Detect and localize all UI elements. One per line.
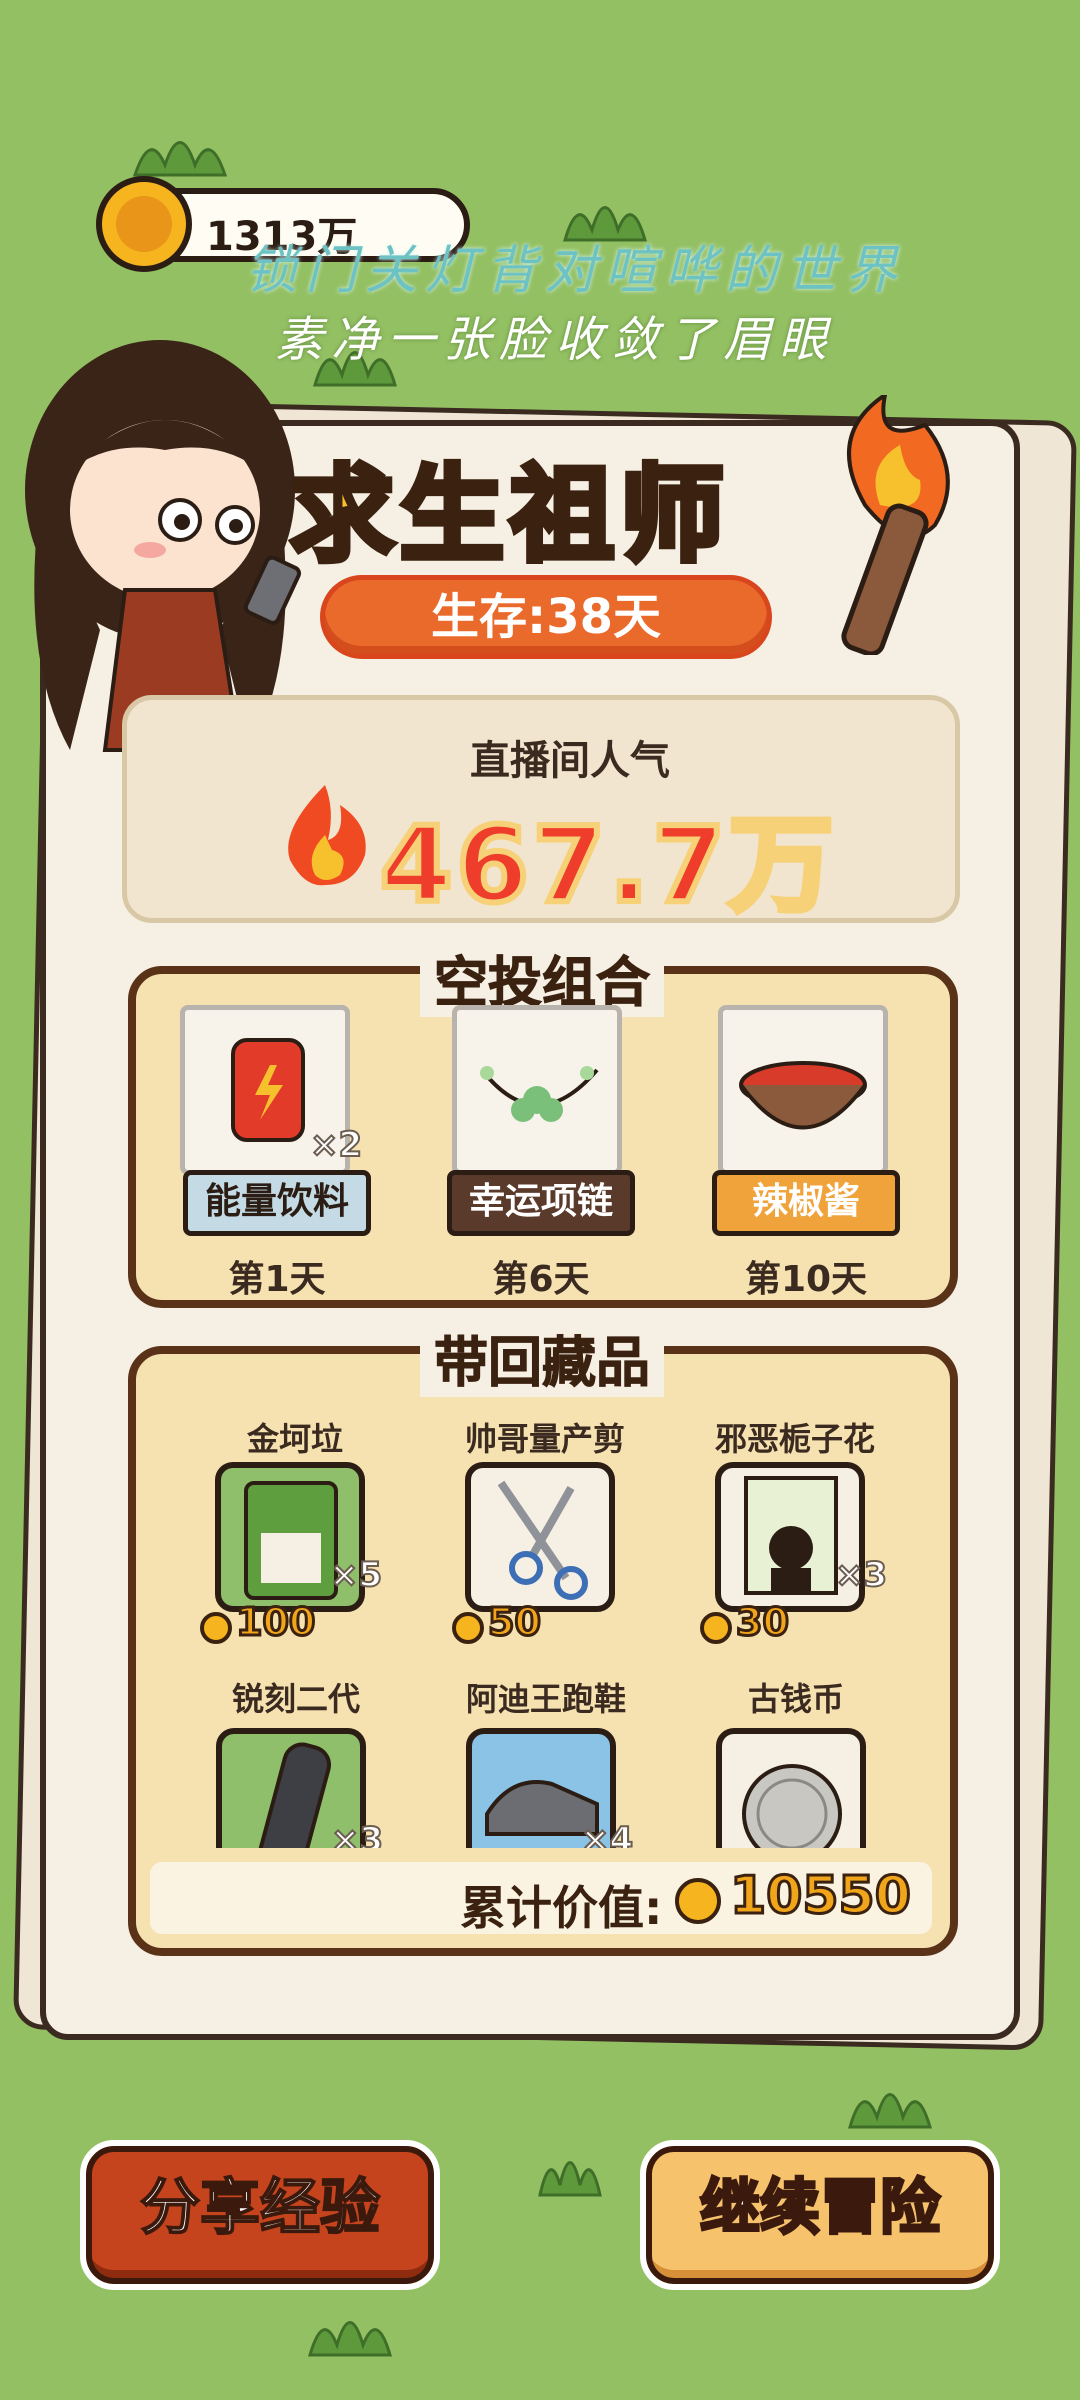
collection-item[interactable] bbox=[716, 1728, 866, 1848]
collection-item-name: 锐刻二代 bbox=[231, 1680, 360, 1718]
fire-icon bbox=[288, 785, 366, 886]
grass-decor bbox=[848, 2093, 932, 2129]
coin-icon bbox=[452, 1612, 484, 1644]
scissors-icon bbox=[497, 1480, 588, 1600]
collection-qty: ×3 bbox=[834, 1554, 888, 1596]
airdrop-item-frame bbox=[452, 1005, 622, 1175]
airdrop-qty: ×2 bbox=[309, 1124, 363, 1166]
collection-price: 50 bbox=[487, 1599, 543, 1646]
airdrop-label-energy-drink: 能量饮料 bbox=[183, 1170, 371, 1236]
airdrop-day: 第6天 bbox=[492, 1259, 590, 1300]
grass-decor bbox=[132, 141, 228, 177]
collection-item[interactable] bbox=[465, 1462, 615, 1612]
collection-item-name: 古钱币 bbox=[747, 1680, 844, 1718]
collection-qty: ×5 bbox=[329, 1554, 383, 1596]
total-value-label: 累计价值: bbox=[460, 1881, 663, 1935]
coin-icon bbox=[96, 176, 192, 272]
popularity-value: 467.7万 bbox=[377, 801, 837, 929]
collection-qty: ×4 bbox=[580, 1819, 634, 1848]
airdrop-day: 第1天 bbox=[228, 1259, 326, 1300]
collection-price: 100 bbox=[234, 1599, 316, 1646]
total-value-amount: 10550 bbox=[729, 1865, 913, 1928]
collection-price: 30 bbox=[735, 1599, 791, 1646]
popularity-label: 直播间人气 bbox=[470, 738, 670, 784]
lyric-line-2: 素净一张脸收敛了眉眼 bbox=[275, 312, 836, 368]
lyric-line-1: 锁门关灯背对喧哗的世界 bbox=[245, 241, 906, 301]
airdrop-item-frame bbox=[718, 1005, 888, 1175]
ancient-coin-icon bbox=[742, 1764, 842, 1848]
airdrop-item[interactable] bbox=[452, 1005, 622, 1175]
continue-adventure-button[interactable]: 继续冒险 bbox=[640, 2140, 1000, 2290]
game-title: 求生祖师 bbox=[287, 451, 731, 579]
coin-icon bbox=[700, 1612, 732, 1644]
airdrop-label-chili-sauce: 辣椒酱 bbox=[712, 1170, 900, 1236]
grass-decor bbox=[538, 2161, 602, 2197]
airdrop-label-lucky-necklace: 幸运项链 bbox=[447, 1170, 635, 1236]
collection-item-name: 邪恶栀子花 bbox=[714, 1420, 875, 1458]
coin-icon bbox=[200, 1612, 232, 1644]
collection-title: 带回藏品 bbox=[420, 1318, 664, 1397]
lucky-necklace-icon bbox=[480, 1066, 599, 1122]
collection-item-name: 金坷垃 bbox=[246, 1420, 343, 1458]
collection-qty: ×3 bbox=[330, 1819, 384, 1848]
airdrop-day: 第10天 bbox=[744, 1259, 868, 1300]
survival-days-badge: 生存:38天 bbox=[320, 575, 772, 659]
airdrop-item[interactable] bbox=[718, 1005, 888, 1175]
collection-item-name: 阿迪王跑鞋 bbox=[465, 1680, 626, 1718]
coin-icon bbox=[675, 1878, 721, 1924]
chili-sauce-icon bbox=[739, 1061, 867, 1130]
collection-scroll-area[interactable]: 锐刻二代 ×3 阿迪王跑鞋 ×4 古钱币 bbox=[136, 1668, 950, 1848]
collection-item-name: 帅哥量产剪 bbox=[464, 1420, 625, 1458]
airdrop-item[interactable]: ×2 bbox=[180, 1005, 363, 1175]
torch-icon bbox=[841, 395, 950, 655]
share-experience-button[interactable]: 分享经验 bbox=[80, 2140, 440, 2290]
grass-decor bbox=[308, 2321, 392, 2357]
